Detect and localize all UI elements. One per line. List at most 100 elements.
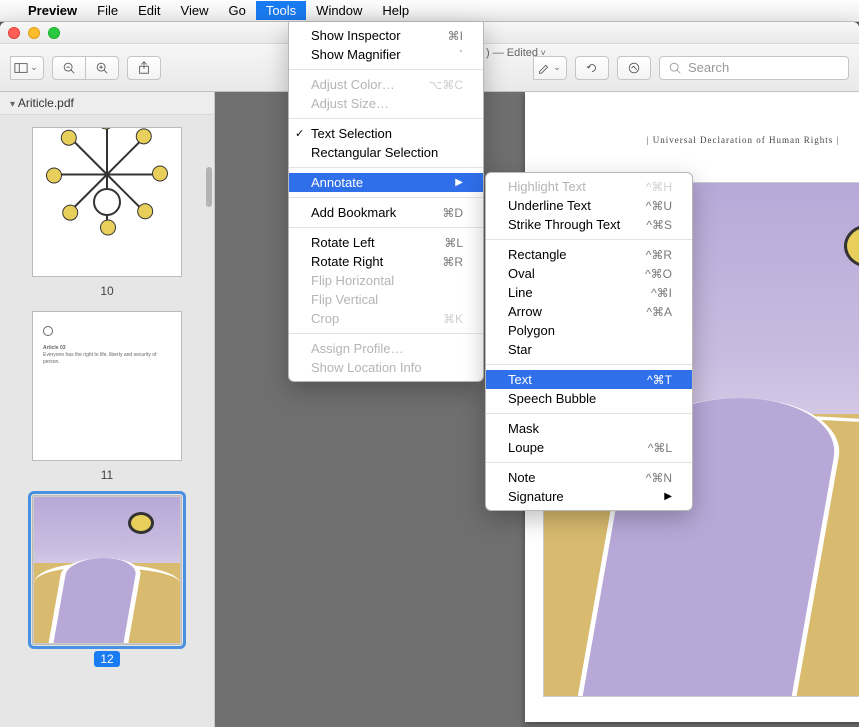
menubar-go[interactable]: Go	[218, 1, 255, 20]
thumbnail-sidebar[interactable]: Ariticle.pdf 10	[0, 92, 215, 727]
rotate-button[interactable]	[575, 56, 609, 80]
zoom-in-icon	[95, 61, 109, 75]
menu-item-label: Show Magnifier	[311, 47, 401, 62]
tools-menu-item-show-inspector[interactable]: Show Inspector ⌘I	[289, 26, 483, 45]
tools-menu-item-flip-horizontal: Flip Horizontal	[289, 271, 483, 290]
zoom-out-button[interactable]	[52, 56, 86, 80]
menu-shortcut: ⌥⌘C	[429, 78, 464, 92]
annotate-menu-item-line[interactable]: Line^⌘I	[486, 283, 692, 302]
menu-shortcut: ⌘L	[444, 236, 463, 250]
tools-menu-item-rotate-left[interactable]: Rotate Left⌘L	[289, 233, 483, 252]
tools-menu-item-rotate-right[interactable]: Rotate Right ⌘R	[289, 252, 483, 271]
menu-shortcut: ⌘K	[443, 312, 463, 326]
menu-separator	[486, 364, 692, 365]
tools-menu-item-crop: Crop ⌘K	[289, 309, 483, 328]
menubar-view[interactable]: View	[171, 1, 219, 20]
annotate-menu-item-oval[interactable]: Oval ^⌘O	[486, 264, 692, 283]
menu-item-label: Loupe	[508, 440, 544, 455]
menu-item-label: Oval	[508, 266, 535, 281]
tools-menu-item-add-bookmark[interactable]: Add Bookmark⌘D	[289, 203, 483, 222]
zoom-in-button[interactable]	[85, 56, 119, 80]
tools-menu-item-adjust-size: Adjust Size…	[289, 94, 483, 113]
page-thumbnail[interactable]: 10	[0, 127, 214, 299]
window-minimize[interactable]	[28, 27, 40, 39]
tools-menu-item-rectangular-selection[interactable]: Rectangular Selection	[289, 143, 483, 162]
annotate-menu-item-loupe[interactable]: Loupe ^⌘L	[486, 438, 692, 457]
menubar-tools[interactable]: Tools	[256, 1, 306, 20]
scrollbar-thumb[interactable]	[206, 167, 212, 207]
menu-item-label: Polygon	[508, 323, 555, 338]
menu-item-label: Annotate	[311, 175, 363, 190]
menu-item-label: Rotate Right	[311, 254, 383, 269]
menu-item-label: Signature	[508, 489, 564, 504]
menu-shortcut: ⌘R	[442, 255, 463, 269]
menubar-window[interactable]: Window	[306, 1, 372, 20]
highlight-group: ⌄	[533, 56, 567, 80]
menubar-help[interactable]: Help	[372, 1, 419, 20]
menu-item-label: Adjust Color…	[311, 77, 395, 92]
share-button[interactable]	[127, 56, 161, 80]
menu-item-label: Adjust Size…	[311, 96, 389, 111]
highlight-button[interactable]: ⌄	[533, 56, 567, 80]
menu-shortcut: ^⌘I	[651, 286, 672, 300]
menu-shortcut: ^⌘O	[645, 267, 672, 281]
page-thumbnail[interactable]: Article 03 Everyone has the right to lif…	[0, 311, 214, 483]
annotate-menu-item-arrow[interactable]: Arrow^⌘A	[486, 302, 692, 321]
tools-menu-item-show-location-info: Show Location Info	[289, 358, 483, 377]
search-icon	[668, 61, 682, 75]
annotate-menu-item-polygon[interactable]: Polygon	[486, 321, 692, 340]
annotate-menu-item-strike-through-text[interactable]: Strike Through Text ^⌘S	[486, 215, 692, 234]
annotate-menu-item-note[interactable]: Note^⌘N	[486, 468, 692, 487]
thumbnail-image	[32, 495, 182, 645]
menu-item-label: Text	[508, 372, 532, 387]
annotate-menu-item-mask[interactable]: Mask	[486, 419, 692, 438]
menu-shortcut: ^⌘S	[646, 218, 672, 232]
markup-toolbar-icon	[627, 61, 641, 75]
annotate-menu-item-star[interactable]: Star	[486, 340, 692, 359]
annotate-menu-item-rectangle[interactable]: Rectangle^⌘R	[486, 245, 692, 264]
document-name[interactable]: Ariticle.pdf	[0, 92, 214, 115]
thumbnail-image	[32, 127, 182, 277]
annotate-menu-item-speech-bubble[interactable]: Speech Bubble	[486, 389, 692, 408]
search-placeholder: Search	[688, 60, 729, 75]
menubar-file[interactable]: File	[87, 1, 128, 20]
tools-menu-item-text-selection[interactable]: ✓Text Selection	[289, 124, 483, 143]
menu-item-label: Show Inspector	[311, 28, 401, 43]
check-icon: ✓	[295, 127, 304, 140]
menu-shortcut: ⌘I	[448, 29, 463, 43]
tools-menu: Show Inspector ⌘I Show Magnifier` Adjust Co…	[288, 22, 484, 382]
page-thumbnail-selected[interactable]: 12	[0, 495, 214, 667]
menubar-app[interactable]: Preview	[18, 1, 87, 20]
menu-item-label: Strike Through Text	[508, 217, 620, 232]
view-mode-button[interactable]: ⌄	[10, 56, 44, 80]
menu-item-label: Highlight Text	[508, 179, 586, 194]
menu-separator	[486, 462, 692, 463]
menu-shortcut: ^⌘L	[648, 441, 672, 455]
traffic-lights	[8, 27, 60, 39]
submenu-arrow-icon: ▶	[455, 177, 463, 188]
tools-menu-item-annotate[interactable]: Annotate ▶	[289, 173, 483, 192]
menu-shortcut: ^⌘R	[646, 248, 672, 262]
window-close[interactable]	[8, 27, 20, 39]
menu-item-label: Crop	[311, 311, 339, 326]
view-mode-group: ⌄	[10, 56, 44, 80]
zoom-out-icon	[62, 61, 76, 75]
markup-button[interactable]	[617, 56, 651, 80]
annotate-menu-item-signature[interactable]: Signature ▶	[486, 487, 692, 506]
zoom-group	[52, 56, 119, 80]
menu-shortcut: ⌘D	[442, 206, 463, 220]
submenu-arrow-icon: ▶	[664, 491, 672, 502]
annotate-menu-item-text[interactable]: Text^⌘T	[486, 370, 692, 389]
window-zoom[interactable]	[48, 27, 60, 39]
sidebar-icon	[14, 61, 28, 75]
tools-menu-item-assign-profile: Assign Profile…	[289, 339, 483, 358]
menu-item-label: Speech Bubble	[508, 391, 596, 406]
chevron-down-icon: ⌄	[551, 62, 563, 73]
page-number: 12	[94, 651, 119, 667]
menu-shortcut: ^⌘H	[646, 180, 672, 194]
search-field[interactable]: Search	[659, 56, 849, 80]
tools-menu-item-show-magnifier[interactable]: Show Magnifier`	[289, 45, 483, 64]
annotate-menu-item-underline-text[interactable]: Underline Text^⌘U	[486, 196, 692, 215]
menubar-edit[interactable]: Edit	[128, 1, 170, 20]
document-edited-status[interactable]: ) — Edited	[486, 47, 546, 59]
